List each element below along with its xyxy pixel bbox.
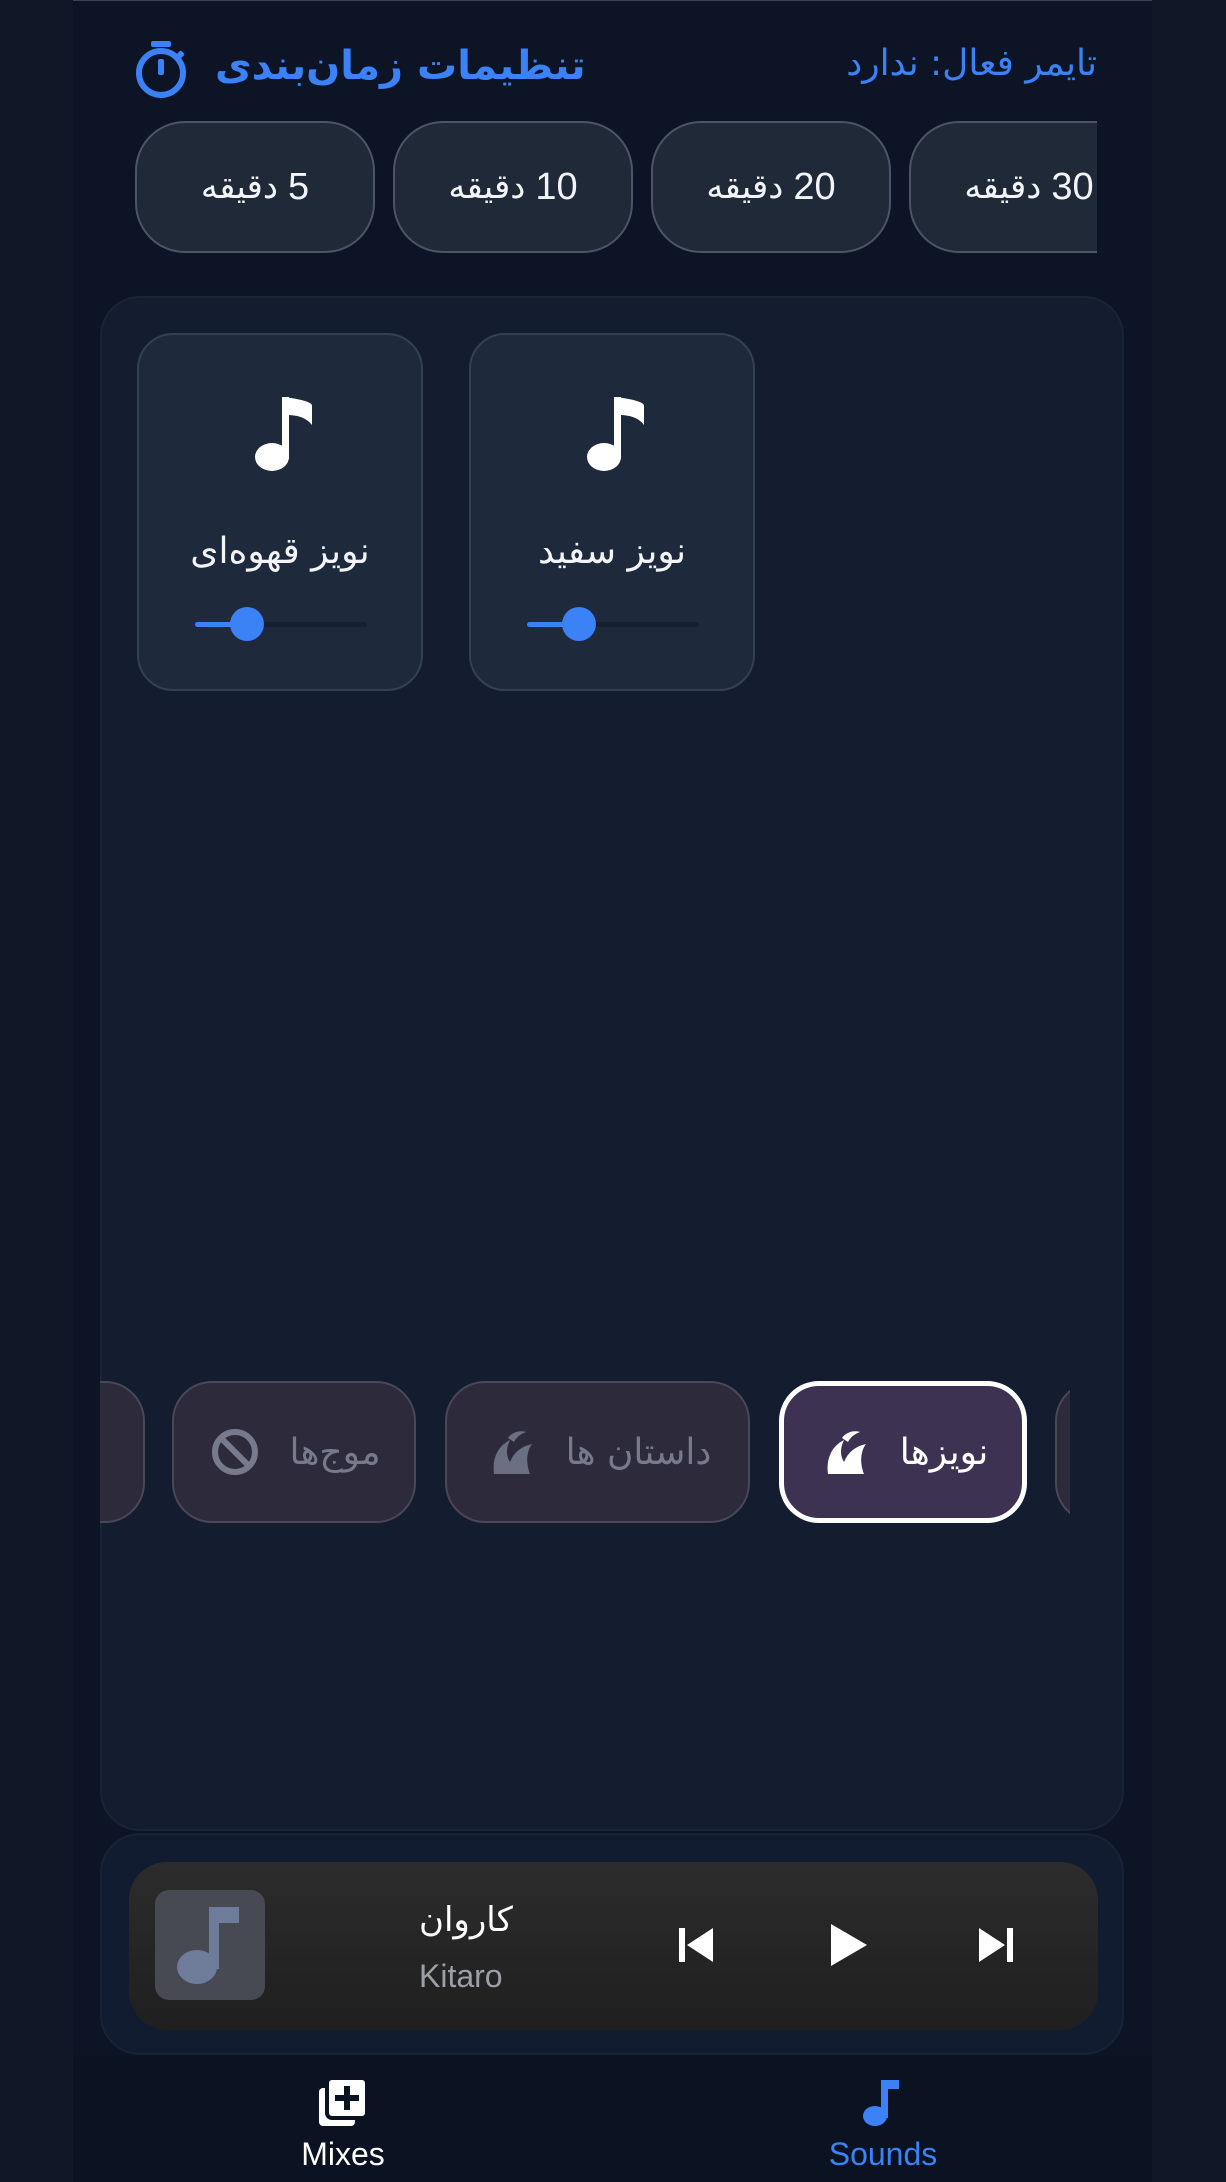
- play-button[interactable]: [817, 1916, 875, 1974]
- category-label: نویزها: [899, 1431, 989, 1473]
- volume-slider[interactable]: [527, 607, 699, 641]
- play-icon: [831, 1924, 867, 1966]
- timer-settings-title: تنظیمات زمان‌بندی: [215, 43, 586, 89]
- music-note-icon: [587, 397, 644, 471]
- timer-option-unit: دقیقه: [706, 167, 784, 207]
- track-title: کاروان: [419, 1900, 513, 1940]
- timer-option-unit: دقیقه: [448, 167, 526, 207]
- timer-options-row: 5 دقیقه 10 دقیقه 20 دقیقه 30 دقیقه: [135, 121, 1097, 255]
- track-artist: Kitaro: [419, 1958, 503, 1994]
- skip-previous-button[interactable]: [667, 1916, 725, 1974]
- sound-label: نویز سفید: [537, 531, 687, 572]
- slider-thumb[interactable]: [229, 607, 264, 641]
- nav-label-sounds: Sounds: [828, 2136, 938, 2172]
- volume-slider[interactable]: [195, 607, 367, 641]
- timer-option-number: 30: [1051, 165, 1094, 208]
- nav-item-mixes[interactable]: Mixes: [73, 2056, 613, 2182]
- app-screen: تنظیمات زمان‌بندی تایمر فعال: ندارد 5 دق…: [73, 0, 1152, 2182]
- music-note-icon: [177, 1907, 239, 1984]
- timer-option-unit: دقیقه: [200, 167, 278, 207]
- timer-option-number: 5: [287, 165, 310, 208]
- timer-option-unit: دقیقه: [964, 167, 1042, 207]
- skip-next-button[interactable]: [967, 1916, 1025, 1974]
- timer-option-number: 10: [535, 165, 578, 208]
- leaf-icon: [493, 1431, 532, 1474]
- timer-option-5[interactable]: 5 دقیقه: [135, 121, 375, 253]
- block-icon: [212, 1429, 259, 1475]
- category-tab-stories[interactable]: داستان ها: [445, 1381, 750, 1523]
- sound-card-brown-noise[interactable]: نویز قهوه‌ای: [137, 333, 423, 691]
- timer-icon: [136, 41, 186, 98]
- leaf-icon: [827, 1431, 866, 1474]
- timer-option-30[interactable]: 30 دقیقه: [909, 121, 1097, 253]
- skip-next-icon: [979, 1928, 1013, 1962]
- timer-header: تنظیمات زمان‌بندی تایمر فعال: ندارد 5 دق…: [73, 1, 1152, 253]
- timer-option-20[interactable]: 20 دقیقه: [651, 121, 891, 253]
- album-art: [155, 1890, 265, 2000]
- add-mix-icon: [319, 2076, 369, 2126]
- category-tab-waves[interactable]: موج‌ها: [172, 1381, 416, 1523]
- sound-label: نویز قهوه‌ای: [190, 531, 370, 572]
- mini-player[interactable]: کاروان Kitaro: [129, 1862, 1098, 2030]
- timer-option-10[interactable]: 10 دقیقه: [393, 121, 633, 253]
- mini-player-container: کاروان Kitaro: [100, 1833, 1124, 2055]
- nav-item-sounds[interactable]: Sounds: [613, 2056, 1153, 2182]
- active-timer-status: تایمر فعال: ندارد: [846, 43, 1097, 84]
- skip-previous-icon: [679, 1928, 713, 1962]
- sound-panel: نویز قهوه‌ای نویز سفید: [100, 296, 1124, 1831]
- nav-label-mixes: Mixes: [301, 2136, 385, 2172]
- category-tab-partial[interactable]: [1055, 1381, 1070, 1523]
- category-label: موج‌ها: [289, 1431, 381, 1473]
- category-tab-noises[interactable]: نویزها: [779, 1381, 1027, 1523]
- slider-thumb[interactable]: [561, 607, 596, 641]
- music-note-icon: [863, 2080, 899, 2126]
- category-tabs: موج‌ها داستان ها نویزها: [100, 1381, 1070, 1531]
- sound-card-white-noise[interactable]: نویز سفید: [469, 333, 755, 691]
- category-label: داستان ها: [565, 1431, 712, 1473]
- category-tab-partial[interactable]: [100, 1381, 145, 1523]
- timer-option-number: 20: [793, 165, 836, 208]
- bottom-navigation: Mixes Sounds: [73, 2056, 1152, 2182]
- music-note-icon: [255, 397, 312, 471]
